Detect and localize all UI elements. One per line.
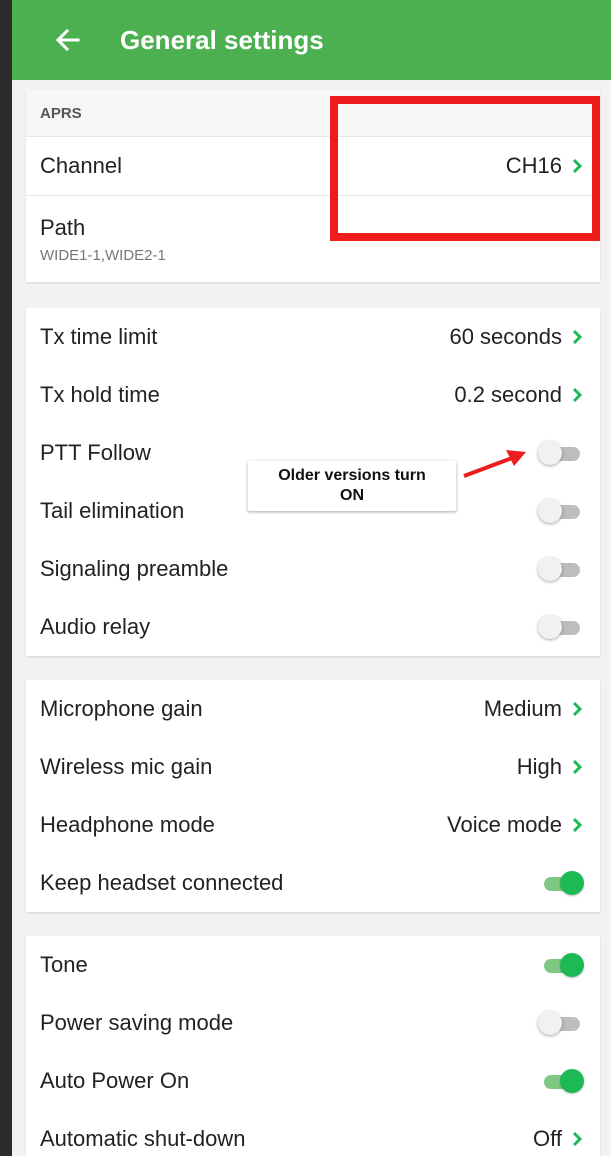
- chevron-right-icon: [568, 697, 586, 721]
- microphone-gain-label: Microphone gain: [40, 696, 203, 721]
- keep-headset-row: Keep headset connected: [26, 854, 600, 912]
- auto-shutdown-row[interactable]: Automatic shut-down Off: [26, 1110, 600, 1156]
- wireless-mic-gain-label: Wireless mic gain: [40, 754, 213, 779]
- path-row[interactable]: Path WIDE1-1,WIDE2-1: [26, 196, 600, 282]
- tx-hold-time-value: 0.2 second: [454, 382, 562, 407]
- signaling-preamble-toggle[interactable]: [538, 557, 584, 581]
- tx-time-limit-value: 60 seconds: [449, 324, 562, 349]
- tx-hold-time-row[interactable]: Tx hold time 0.2 second: [26, 366, 600, 424]
- chevron-right-icon: [568, 154, 586, 178]
- power-saving-row: Power saving mode: [26, 994, 600, 1052]
- auto-power-on-row: Auto Power On: [26, 1052, 600, 1110]
- path-label: Path: [40, 214, 86, 240]
- tx-time-limit-label: Tx time limit: [40, 324, 158, 349]
- chevron-right-icon: [568, 325, 586, 349]
- signaling-preamble-row: Signaling preamble: [26, 540, 600, 598]
- app-bar: General settings: [12, 0, 611, 80]
- tail-elimination-toggle[interactable]: [538, 499, 584, 523]
- tone-row: Tone: [26, 936, 600, 994]
- chevron-right-icon: [568, 813, 586, 837]
- headphone-mode-label: Headphone mode: [40, 812, 215, 837]
- annotation-note: Older versions turn ON: [248, 461, 456, 511]
- page-title: General settings: [120, 24, 324, 55]
- signaling-preamble-label: Signaling preamble: [40, 556, 229, 581]
- microphone-gain-row[interactable]: Microphone gain Medium: [26, 680, 600, 738]
- tone-label: Tone: [40, 952, 88, 977]
- aprs-card: APRS Channel CH16 Path WIDE1-1,WIDE2-1: [26, 90, 600, 282]
- annotation-arrow-icon: [463, 450, 526, 478]
- keep-headset-label: Keep headset connected: [40, 870, 284, 895]
- channel-label: Channel: [40, 153, 122, 178]
- arrow-left-icon[interactable]: [40, 20, 96, 60]
- auto-power-on-label: Auto Power On: [40, 1068, 190, 1093]
- audio-relay-label: Audio relay: [40, 614, 151, 639]
- audio-relay-row: Audio relay: [26, 598, 600, 656]
- microphone-gain-value: Medium: [483, 696, 562, 721]
- auto-power-on-toggle[interactable]: [538, 1069, 584, 1093]
- annotation-note-line1: Older versions turn: [278, 467, 426, 484]
- ptt-follow-toggle[interactable]: [538, 441, 584, 465]
- channel-row[interactable]: Channel CH16: [26, 137, 600, 195]
- keep-headset-toggle[interactable]: [538, 871, 584, 895]
- audio-card: Microphone gain Medium Wireless mic gain…: [26, 680, 600, 912]
- chevron-right-icon: [568, 755, 586, 779]
- wireless-mic-gain-row[interactable]: Wireless mic gain High: [26, 738, 600, 796]
- power-card: Tone Power saving mode Auto Power On Aut…: [26, 936, 600, 1156]
- chevron-right-icon: [568, 1127, 586, 1151]
- path-value: WIDE1-1,WIDE2-1: [40, 246, 166, 264]
- headphone-mode-value: Voice mode: [447, 812, 562, 837]
- headphone-mode-row[interactable]: Headphone mode Voice mode: [26, 796, 600, 854]
- chevron-right-icon: [568, 383, 586, 407]
- wireless-mic-gain-value: High: [516, 754, 562, 779]
- channel-value: CH16: [505, 153, 562, 178]
- settings-screen: General settings APRS Channel CH16 Path …: [12, 0, 611, 1156]
- section-header-aprs: APRS: [26, 90, 600, 137]
- auto-shutdown-label: Automatic shut-down: [40, 1126, 246, 1151]
- tone-toggle[interactable]: [538, 953, 584, 977]
- tx-time-limit-row[interactable]: Tx time limit 60 seconds: [26, 308, 600, 366]
- audio-relay-toggle[interactable]: [538, 615, 584, 639]
- auto-shutdown-value: Off: [533, 1126, 562, 1151]
- annotation-note-line2: ON: [340, 487, 364, 504]
- tx-hold-time-label: Tx hold time: [40, 382, 160, 407]
- power-saving-label: Power saving mode: [40, 1010, 234, 1035]
- power-saving-toggle[interactable]: [538, 1011, 584, 1035]
